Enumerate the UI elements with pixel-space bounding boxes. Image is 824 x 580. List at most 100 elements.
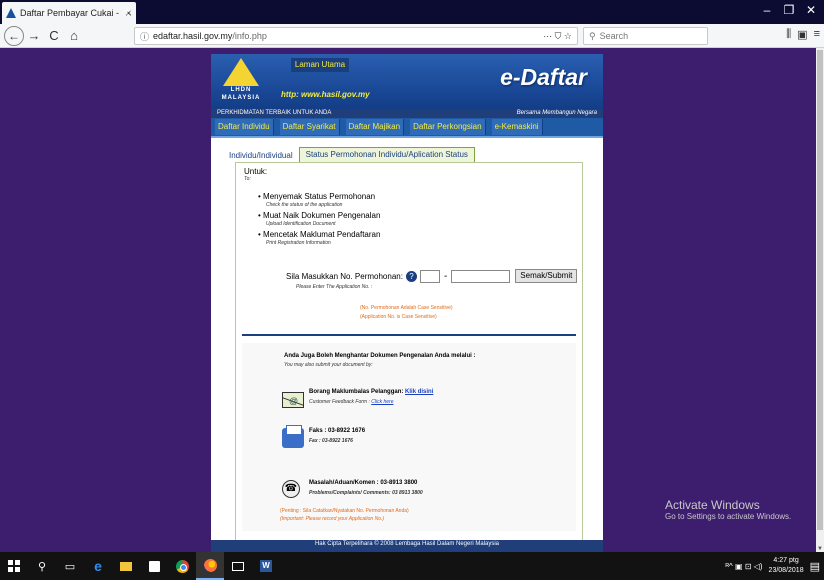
status-form-section: Untuk: To: Menyemak Status Permohonan Ch… [236,163,582,323]
browser-tab-bar: Daftar Pembayar Cukai - Lembaga × + – ❐ … [0,0,824,24]
phone-ms: Masalah/Aduan/Komen : 03-8913 3800 [309,480,418,486]
tagline-left: PERKHIDMATAN TERBAIK UNTUK ANDA [217,110,332,116]
system-tray: ᴿ^ ▣ ⊡ ◁) 4:27 ptg 23/08/2018 ▤ [725,552,820,580]
page-tabs: Individu/Individual Status Permohonan In… [223,147,475,162]
phone-text: Masalah/Aduan/Komen : 03-8913 3800 Probl… [309,480,423,497]
browser-tools: ⫼ ▣ ≡ [786,28,820,41]
mail-icon[interactable] [224,552,252,580]
tagline-strip: PERKHIDMATAN TERBAIK UNTUK ANDA Bersama … [211,109,603,118]
info-icon[interactable]: ⓘ [140,30,149,43]
email-icon: @ [282,389,304,411]
back-icon[interactable]: ← [4,25,24,46]
firefox-icon[interactable] [196,552,224,580]
fax-icon [282,425,304,450]
windows-logo-icon [8,560,20,572]
new-tab-button[interactable]: + [119,2,135,22]
status-panel: Untuk: To: Menyemak Status Permohonan Ch… [235,162,583,542]
word-letter: W [260,560,272,572]
menu-e-kemaskini[interactable]: e-Kemaskini [491,119,543,135]
note-ms: (No. Permohonan Adalah Case Sensitive) [360,305,453,311]
application-no-hint: Please Enter The Application No. : [296,284,373,290]
note-en: (Application No. is Case Sensitive) [360,314,437,320]
phone-icon: ☎ [282,480,304,502]
maximize-icon[interactable]: ❐ [778,3,800,17]
tab-individual[interactable]: Individu/Individual [223,149,299,162]
fax-ms: Faks : 03-8922 1676 [309,428,366,434]
menu-icon[interactable]: ≡ [814,28,820,41]
alt-submit-heading: Anda Juga Boleh Menghantar Dokumen Penge… [284,353,476,359]
purpose-ms: Mencetak Maklumat Pendaftaran [258,230,380,239]
purpose-list: Menyemak Status Permohonan Check the sta… [258,191,380,248]
notification-icon[interactable]: ▤ [810,560,820,573]
logo-emblem-icon [223,58,259,86]
activate-windows-watermark: Activate Windows Go to Settings to activ… [665,498,791,521]
purpose-en: Upload Identification Document [266,221,336,227]
main-menu: Daftar Individu Daftar Syarikat Daftar M… [211,118,603,138]
page-actions-icon[interactable]: ··· ⛉ ☆ [543,31,572,42]
fax-en: Fax : 03-8922 1676 [309,438,353,444]
forward-icon[interactable]: → [24,26,44,46]
untuk-label: Untuk: [244,167,268,176]
application-prefix-input[interactable] [419,269,440,283]
site-banner: LHDN MALAYSIA Laman Utama http: www.hasi… [211,54,603,109]
feedback-text: Borang Maklumbalas Pelanggan: Klik disin… [309,389,433,406]
watermark-title: Activate Windows [665,498,760,512]
page-scrollbar[interactable]: ▼ [816,48,824,552]
taskbar-search-icon[interactable]: ⚲ [28,552,56,580]
task-view-icon[interactable]: ▭ [56,552,84,580]
submit-button[interactable]: Semak/Submit [515,269,578,283]
home-icon[interactable]: ⌂ [64,26,84,46]
sidebar-icon[interactable]: ▣ [797,28,807,41]
application-no-input[interactable] [451,269,511,283]
clock[interactable]: 4:27 ptg 23/08/2018 [769,556,804,576]
menu-daftar-perkongsian[interactable]: Daftar Perkongsian [410,119,486,135]
feedback-link[interactable]: Klik disini [405,389,433,395]
search-input[interactable]: ⚲ Search [583,27,708,45]
feedback-en-link[interactable]: Click here [371,399,393,405]
list-item: Mencetak Maklumat Pendaftaran Print Regi… [258,229,380,246]
word-icon[interactable]: W [252,552,280,580]
phone-contact: ☎ Masalah/Aduan/Komen : 03-8913 3800 Pro… [282,480,423,502]
file-explorer-icon[interactable] [112,552,140,580]
windows-taskbar: ⚲ ▭ e W ᴿ^ ▣ ⊡ ◁) 4:27 ptg 23/08/2018 ▤ [0,552,824,580]
search-icon: ⚲ [589,30,596,41]
help-icon[interactable]: ? [405,270,417,282]
minimize-icon[interactable]: – [756,3,778,17]
clock-time: 4:27 ptg [773,557,799,564]
feedback-en-label: Customer Feedback Form : [309,399,370,405]
store-icon[interactable] [140,552,168,580]
feedback-en: Customer Feedback Form : Click here [309,399,393,405]
home-link[interactable]: Laman Utama [291,58,349,72]
edge-letter: e [94,558,102,574]
edaftar-page: LHDN MALAYSIA Laman Utama http: www.hasi… [211,54,603,552]
tab-title: Daftar Pembayar Cukai - Lembaga [20,8,121,18]
tab-application-status[interactable]: Status Permohonan Individu/Aplication St… [298,147,475,162]
phone-en: Problems/Complaints/ Comments: 03 8913 3… [309,490,423,496]
to-label: To: [244,176,251,182]
window-close-icon[interactable]: ✕ [800,3,822,17]
browser-tab[interactable]: Daftar Pembayar Cukai - Lembaga × [2,2,136,24]
application-no-form: Sila Masukkan No. Permohonan: ? - Semak/… [286,269,578,283]
fax-contact: Faks : 03-8922 1676 Fax : 03-8922 1676 [282,425,366,450]
tray-icons[interactable]: ᴿ^ ▣ ⊡ ◁) [725,562,762,571]
start-button[interactable] [0,552,28,580]
scrollbar-thumb[interactable] [817,50,823,530]
menu-daftar-individu[interactable]: Daftar Individu [215,119,274,135]
section-divider [242,334,576,336]
feedback-contact: @ Borang Maklumbalas Pelanggan: Klik dis… [282,389,433,411]
clock-date: 23/08/2018 [768,567,804,574]
purpose-ms: Menyemak Status Permohonan [258,192,375,201]
case-sensitive-note: (No. Permohonan Adalah Case Sensitive) (… [360,304,453,322]
purpose-ms: Muat Naik Dokumen Pengenalan [258,211,380,220]
dash-separator: - [443,270,448,282]
lhdn-logo[interactable]: LHDN MALAYSIA [217,58,265,104]
chrome-icon[interactable] [168,552,196,580]
menu-daftar-syarikat[interactable]: Daftar Syarikat [279,119,340,135]
url-bar[interactable]: ⓘ edaftar.hasil.gov.my/info.php ··· ⛉ ☆ [134,27,578,45]
menu-daftar-majikan[interactable]: Daftar Majikan [345,119,405,135]
library-icon[interactable]: ⫼ [786,28,791,41]
reload-icon[interactable]: C [44,26,64,46]
alt-submit-subheading: You may also submit your document by: [284,362,373,368]
url-host: edaftar.hasil.gov.my [153,31,233,41]
edge-icon[interactable]: e [84,552,112,580]
